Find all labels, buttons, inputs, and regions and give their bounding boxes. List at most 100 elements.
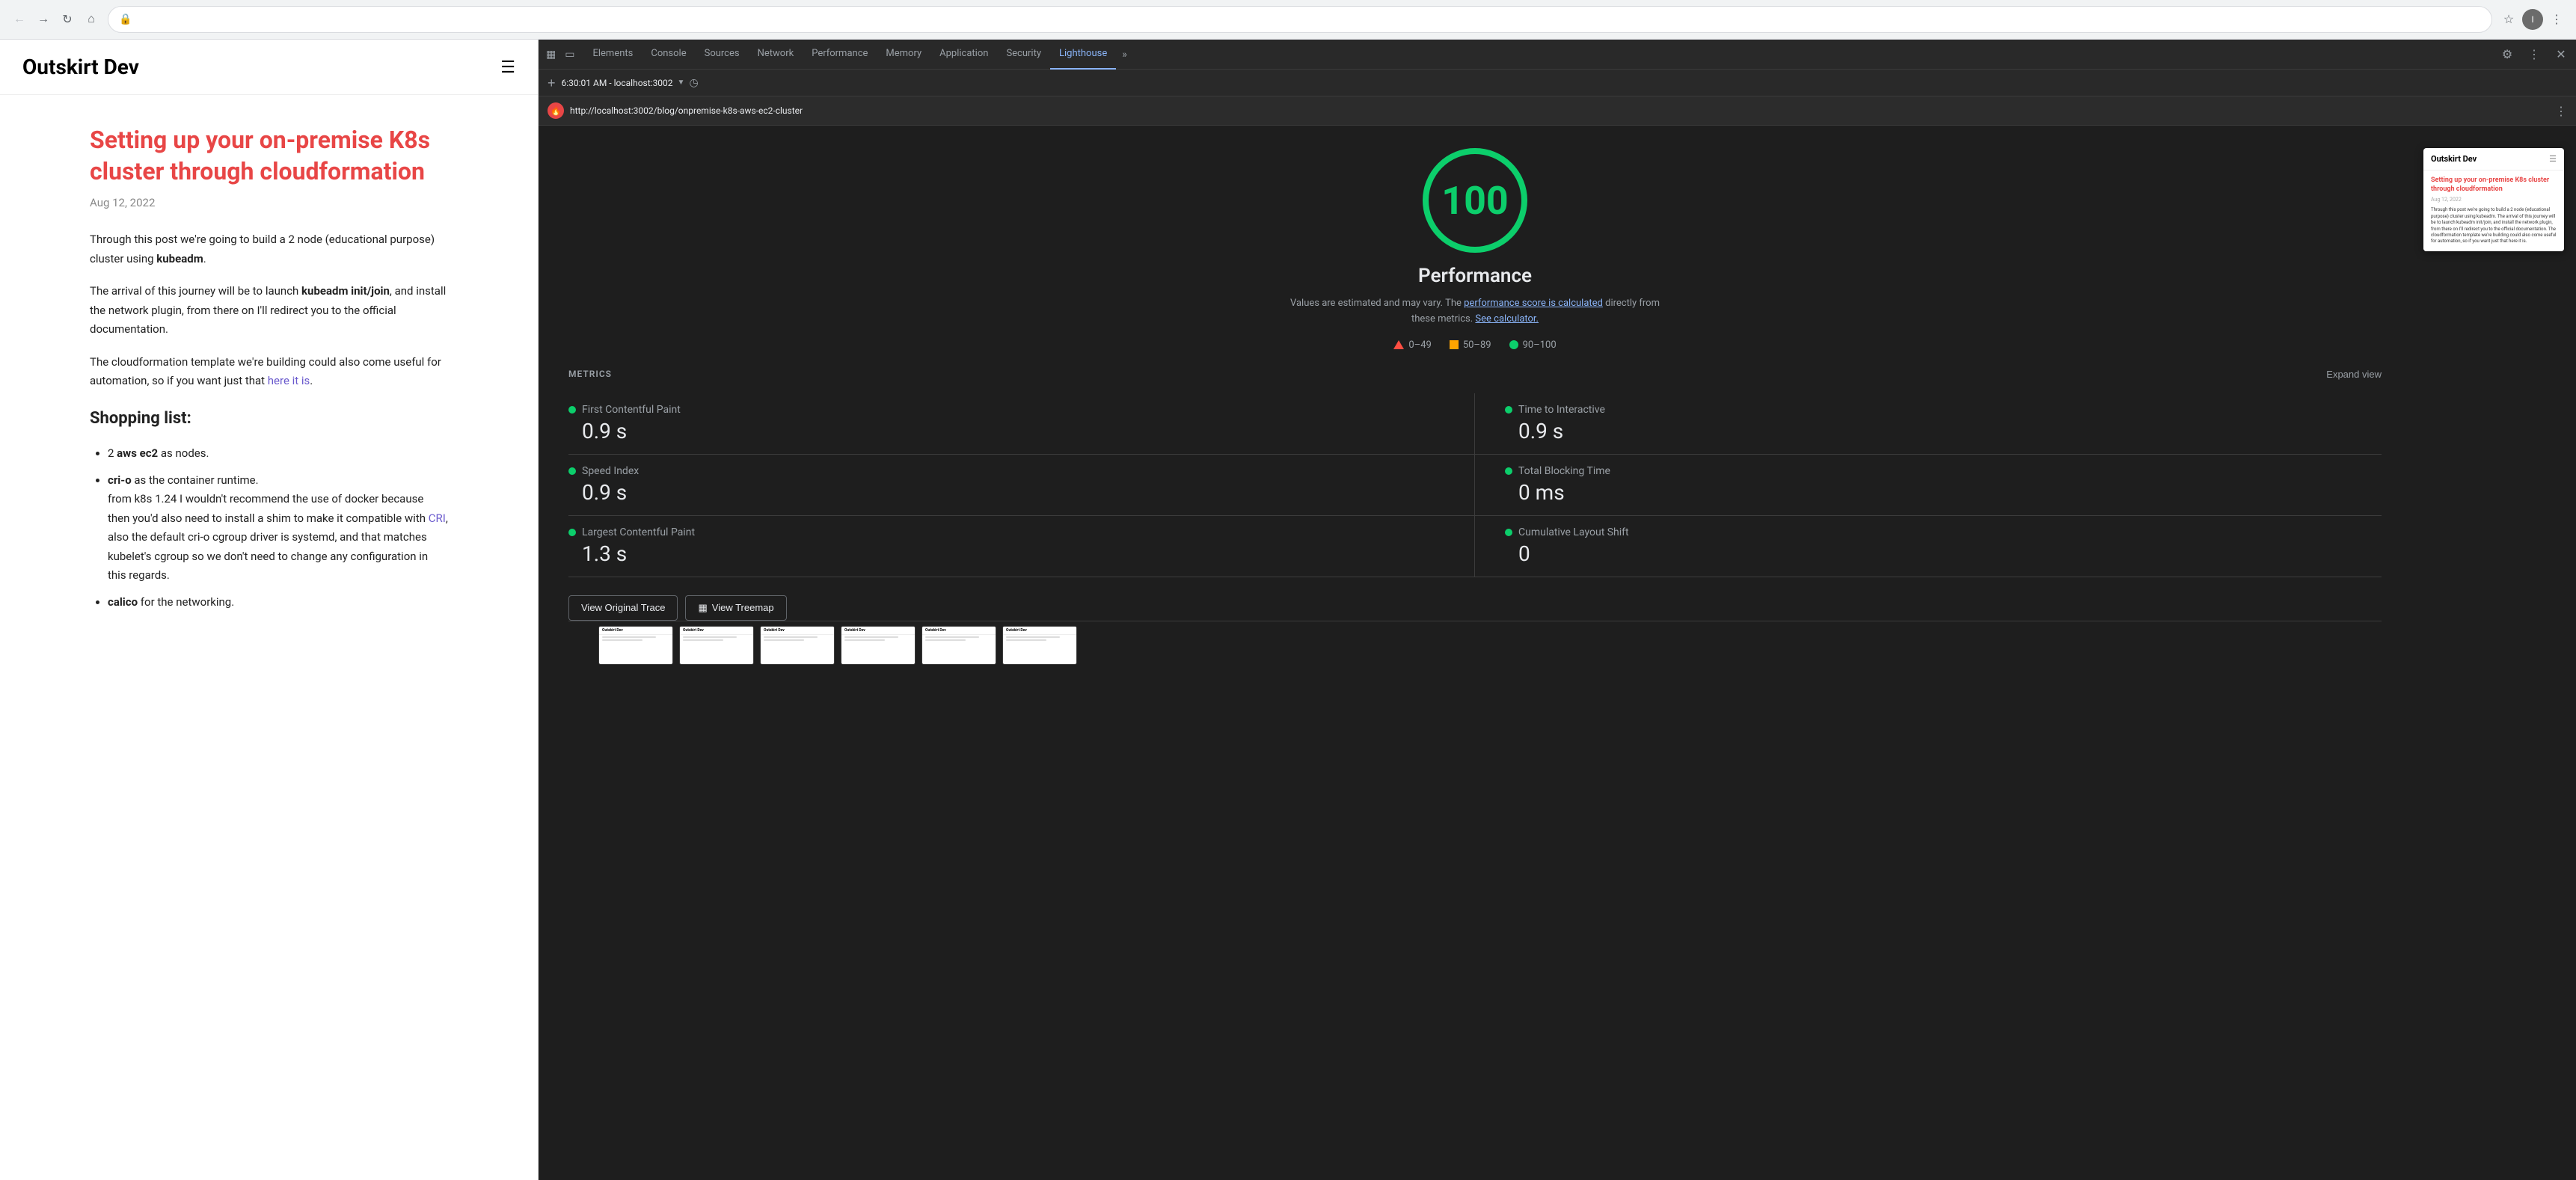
score-number: 100	[1441, 178, 1509, 224]
metrics-title: METRICS	[568, 369, 612, 379]
metric-tbt-value: 0 ms	[1505, 480, 2382, 505]
metric-si-name: Speed Index	[582, 465, 639, 477]
settings-button[interactable]: ⋮	[2546, 9, 2567, 30]
metric-cls-name-row: Cumulative Layout Shift	[1505, 526, 2382, 538]
tab-performance[interactable]: Performance	[803, 40, 877, 70]
thumb-line	[764, 639, 804, 641]
home-button[interactable]: ⌂	[81, 9, 102, 30]
thumb-line	[602, 636, 656, 638]
inspect-element-button[interactable]: ▦	[543, 45, 559, 64]
devtools-close-button[interactable]: ✕	[2551, 44, 2572, 65]
view-original-trace-button[interactable]: View Original Trace	[568, 595, 678, 621]
blog-paragraph-3: The cloudformation template we're buildi…	[90, 353, 448, 391]
cri-link[interactable]: CRI	[429, 511, 446, 525]
blog-page: Outskirt Dev ☰ Setting up your on-premis…	[0, 40, 539, 1180]
thumbnail-body-4	[841, 635, 915, 644]
metric-tbt: Total Blocking Time 0 ms	[1475, 455, 2382, 516]
legend-good-label: 90–100	[1523, 339, 1557, 351]
blog-title: Setting up your on-premise K8s cluster t…	[90, 125, 448, 187]
thumbnail-body-5	[922, 635, 996, 644]
preview-blog-date: Aug 12, 2022	[2431, 197, 2557, 203]
view-treemap-button[interactable]: ▦ View Treemap	[685, 595, 786, 621]
average-square-icon	[1450, 340, 1459, 349]
more-tabs-button[interactable]: »	[1116, 49, 1133, 61]
preview-blog-title: Setting up your on-premise K8s cluster t…	[2431, 176, 2557, 194]
legend-fail-label: 0–49	[1408, 339, 1431, 351]
metric-lcp: Largest Contentful Paint 1.3 s	[568, 516, 1475, 577]
metric-fcp-dot	[568, 406, 576, 414]
thumb-line	[683, 639, 723, 641]
thumbnail-1: Outskirt Dev	[598, 626, 673, 665]
thumb-line	[844, 639, 885, 641]
thumbnail-body-3	[761, 635, 834, 644]
tab-sources[interactable]: Sources	[696, 40, 749, 70]
preview-blog-body: Through this post we're going to build a…	[2431, 207, 2557, 245]
score-description: Values are estimated and may vary. The p…	[1288, 296, 1662, 328]
new-tab-button[interactable]: +	[548, 76, 556, 90]
lighthouse-time-url: 6:30:01 AM - localhost:3002	[562, 78, 673, 88]
thumb-line	[602, 639, 643, 641]
metric-si-name-row: Speed Index	[568, 465, 1444, 477]
preview-card-header: Outskirt Dev ☰	[2423, 148, 2564, 170]
action-buttons: View Original Trace ▦ View Treemap	[568, 595, 2382, 621]
list-item-ec2: 2 aws ec2 as nodes.	[108, 444, 448, 464]
devtools-settings-button[interactable]: ⚙	[2497, 44, 2518, 65]
thumb-line	[683, 636, 737, 638]
bookmark-button[interactable]: ☆	[2498, 9, 2519, 30]
devtools-more-button[interactable]: ⋮	[2524, 44, 2545, 65]
blog-menu-button[interactable]: ☰	[500, 58, 515, 77]
metric-tti-name-row: Time to Interactive	[1505, 404, 2382, 416]
reload-button[interactable]: ↻	[57, 9, 78, 30]
thumbnail-header-2: Outskirt Dev	[680, 627, 753, 635]
device-toolbar-button[interactable]: ▭	[562, 45, 577, 64]
tab-memory[interactable]: Memory	[877, 40, 930, 70]
lighthouse-more-button[interactable]: ⋮	[2555, 104, 2567, 118]
blog-content: Setting up your on-premise K8s cluster t…	[0, 95, 538, 652]
preview-card-body: Setting up your on-premise K8s cluster t…	[2423, 170, 2564, 251]
thumb-line	[1006, 636, 1060, 638]
preview-card: Outskirt Dev ☰ Setting up your on-premis…	[2423, 148, 2564, 251]
devtools-tabs: ▦ ▭ Elements Console Sources Network Per…	[539, 40, 2576, 70]
thumbnail-4: Outskirt Dev	[841, 626, 916, 665]
lighthouse-url-bar-full: 🔥 http://localhost:3002/blog/onpremise-k…	[539, 96, 2576, 126]
address-bar[interactable]: 🔒 localhost:3002/blog/onpremise-k8s-aws-…	[108, 6, 2492, 33]
score-section: 100 Performance Values are estimated and…	[568, 148, 2382, 351]
expand-view-button[interactable]: Expand view	[2326, 369, 2382, 380]
tab-elements[interactable]: Elements	[583, 40, 642, 70]
metric-tbt-dot	[1505, 467, 1512, 475]
metric-tbt-name: Total Blocking Time	[1518, 465, 1610, 477]
browser-toolbar: ← → ↻ ⌂ 🔒 localhost:3002/blog/onpremise-…	[0, 0, 2576, 39]
see-calculator-link[interactable]: See calculator.	[1475, 313, 1539, 325]
content-split: Outskirt Dev ☰ Setting up your on-premis…	[0, 40, 2576, 1180]
browser-chrome: ← → ↻ ⌂ 🔒 localhost:3002/blog/onpremise-…	[0, 0, 2576, 40]
perf-score-link[interactable]: performance score is calculated	[1464, 298, 1603, 309]
preview-card-menu-icon: ☰	[2549, 154, 2557, 164]
profile-button[interactable]: I	[2522, 9, 2543, 30]
tab-application[interactable]: Application	[930, 40, 997, 70]
thumbnail-header-3: Outskirt Dev	[761, 627, 834, 635]
url-input[interactable]: localhost:3002/blog/onpremise-k8s-aws-ec…	[138, 13, 2481, 25]
blog-body: Through this post we're going to build a…	[90, 230, 448, 612]
browser-window: ← → ↻ ⌂ 🔒 localhost:3002/blog/onpremise-…	[0, 0, 2576, 1180]
metric-cls-name: Cumulative Layout Shift	[1518, 526, 1629, 538]
tab-security[interactable]: Security	[997, 40, 1050, 70]
url-dropdown-icon[interactable]: ▼	[678, 79, 685, 87]
tab-network[interactable]: Network	[749, 40, 803, 70]
here-link[interactable]: here it is	[268, 374, 310, 387]
list-item-crio: cri-o as the container runtime. from k8s…	[108, 471, 448, 586]
lighthouse-icon: 🔥	[548, 102, 564, 119]
list-item-calico: calico for the networking.	[108, 593, 448, 612]
back-button[interactable]: ←	[9, 9, 30, 30]
metrics-header: METRICS Expand view	[568, 369, 2382, 380]
metrics-section: METRICS Expand view First Contentful Pai…	[568, 369, 2382, 577]
forward-button[interactable]: →	[33, 9, 54, 30]
metric-tbt-name-row: Total Blocking Time	[1505, 465, 2382, 477]
blog-logo: Outskirt Dev	[22, 55, 139, 79]
metric-tti: Time to Interactive 0.9 s	[1475, 393, 2382, 455]
lighthouse-main: 100 Performance Values are estimated and…	[539, 126, 2576, 1180]
thumbnails-strip: Outskirt Dev Outskirt Dev	[568, 621, 2382, 669]
tab-console[interactable]: Console	[642, 40, 695, 70]
preview-card-title: Outskirt Dev	[2431, 154, 2477, 164]
tab-lighthouse[interactable]: Lighthouse	[1050, 40, 1116, 70]
browser-actions: ☆ I ⋮	[2498, 9, 2567, 30]
